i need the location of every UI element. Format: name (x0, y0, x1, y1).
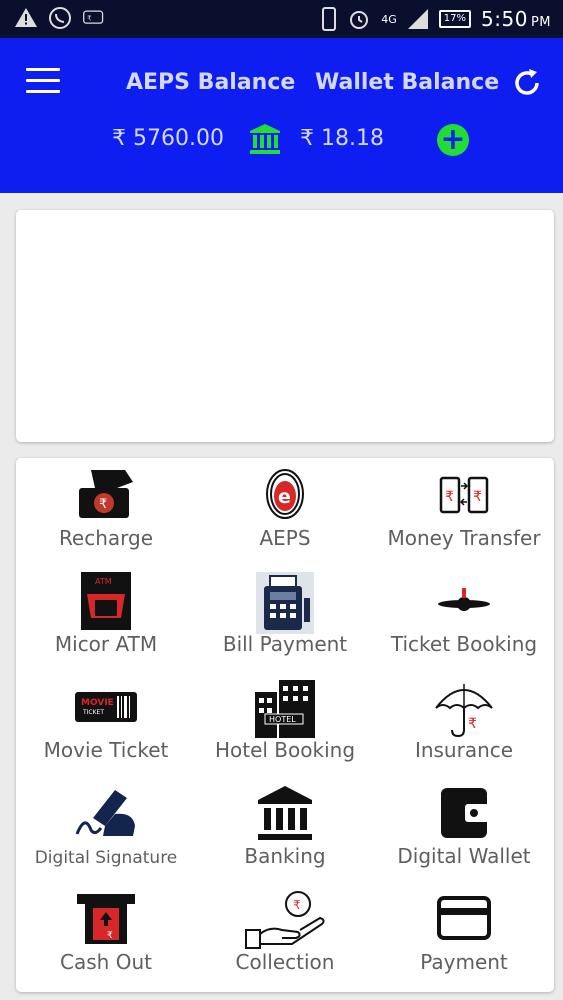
balance-header: AEPS Balance Wallet Balance ₹ 5760.00 ₹ … (0, 38, 563, 193)
movie-ticket-icon: MOVIE TICKET (75, 692, 137, 722)
service-ticket-booking[interactable]: Ticket Booking (374, 568, 554, 674)
signature-icon (75, 790, 135, 836)
svg-text:HOTEL: HOTEL (269, 715, 296, 724)
svg-text:ATM: ATM (95, 577, 112, 586)
service-hotel-booking[interactable]: HOTEL Hotel Booking (195, 674, 375, 780)
battery-level: 17% (443, 13, 467, 24)
fingerprint-icon: e (266, 469, 304, 519)
service-bill-payment[interactable]: Bill Payment (195, 568, 375, 674)
bank-icon (250, 124, 280, 154)
battery-icon: 17% (438, 10, 472, 28)
svg-text:₹: ₹ (445, 489, 454, 505)
service-label: Cash Out (60, 950, 152, 974)
services-grid: ₹ Recharge e AEPS ₹ ₹ Money Transfer ATM (16, 458, 554, 992)
whatsapp-icon (49, 7, 71, 29)
svg-text:₹: ₹ (99, 497, 107, 512)
svg-text:₹: ₹ (468, 716, 477, 732)
hotel-icon: HOTEL (255, 680, 315, 738)
menu-line-icon (26, 68, 60, 71)
aeps-balance-label: AEPS Balance (126, 70, 296, 95)
mobile-recharge-icon: ₹ (79, 470, 133, 518)
svg-text:MOVIE: MOVIE (81, 698, 114, 708)
service-recharge[interactable]: ₹ Recharge (16, 462, 196, 568)
service-label: Digital Signature (34, 848, 178, 868)
service-cash-out[interactable]: ₹ Cash Out (16, 886, 196, 992)
pos-terminal-icon (256, 572, 314, 634)
service-label: Bill Payment (222, 632, 348, 656)
warning-icon (15, 8, 37, 27)
service-aeps[interactable]: e AEPS (195, 462, 375, 568)
umbrella-icon: ₹ (435, 684, 493, 738)
service-banking[interactable]: Banking (195, 780, 375, 886)
service-collection[interactable]: ₹ Collection (195, 886, 375, 992)
clock-ampm: PM (530, 15, 551, 30)
aeps-balance-amount: ₹ 5760.00 (112, 126, 224, 151)
service-label: Payment (420, 950, 508, 974)
svg-text:₹: ₹ (87, 15, 91, 23)
menu-line-icon (26, 79, 60, 82)
network-type: 4G (381, 12, 397, 26)
card-icon (437, 896, 491, 940)
hamburger-menu-button[interactable] (26, 68, 60, 94)
wallet-icon (441, 788, 489, 838)
phone-icon (322, 7, 337, 31)
add-money-button[interactable]: + (437, 124, 469, 156)
svg-text:TICKET: TICKET (82, 709, 104, 716)
alarm-icon (350, 11, 369, 29)
airplane-icon (438, 588, 490, 611)
svg-text:₹: ₹ (473, 489, 482, 505)
status-bar: ₹ 4G 17% 5:50 PM (0, 0, 563, 38)
service-label: AEPS (259, 526, 311, 550)
service-payment[interactable]: Payment (374, 886, 554, 992)
svg-text:e: e (278, 486, 291, 508)
svg-text:₹: ₹ (293, 898, 301, 912)
menu-line-icon (26, 90, 60, 93)
service-label: Ticket Booking (390, 632, 538, 656)
service-digital-signature[interactable]: Digital Signature (16, 780, 196, 886)
service-label: Movie Ticket (43, 738, 169, 762)
clock-time: 5:50 (481, 7, 528, 31)
service-label: Recharge (58, 526, 154, 550)
clock: 5:50 PM (481, 7, 551, 31)
app-notification-icon: ₹ (83, 10, 104, 24)
service-label: Money Transfer (387, 526, 541, 550)
wallet-balance-amount: ₹ 18.18 (300, 126, 384, 151)
bank-building-icon (258, 786, 312, 840)
svg-text:₹: ₹ (107, 931, 113, 941)
service-movie-ticket[interactable]: MOVIE TICKET Movie Ticket (16, 674, 196, 780)
collection-icon: ₹ (245, 891, 325, 949)
service-label: Banking (244, 844, 326, 868)
service-money-transfer[interactable]: ₹ ₹ Money Transfer (374, 462, 554, 568)
service-label: Digital Wallet (397, 844, 531, 868)
service-label: Hotel Booking (214, 738, 356, 762)
signal-icon (407, 9, 428, 29)
service-digital-wallet[interactable]: Digital Wallet (374, 780, 554, 886)
service-insurance[interactable]: ₹ Insurance (374, 674, 554, 780)
service-label: Micor ATM (54, 632, 158, 656)
service-label: Insurance (414, 738, 514, 762)
service-label: Collection (235, 950, 335, 974)
service-micro-atm[interactable]: ATM Micor ATM (16, 568, 196, 674)
refresh-icon[interactable] (510, 66, 544, 100)
phone-transfer-icon: ₹ ₹ (439, 476, 489, 514)
banner-card (16, 210, 554, 442)
wallet-balance-label: Wallet Balance (315, 70, 500, 95)
cash-out-icon: ₹ (77, 894, 135, 944)
atm-icon: ATM (81, 572, 131, 630)
